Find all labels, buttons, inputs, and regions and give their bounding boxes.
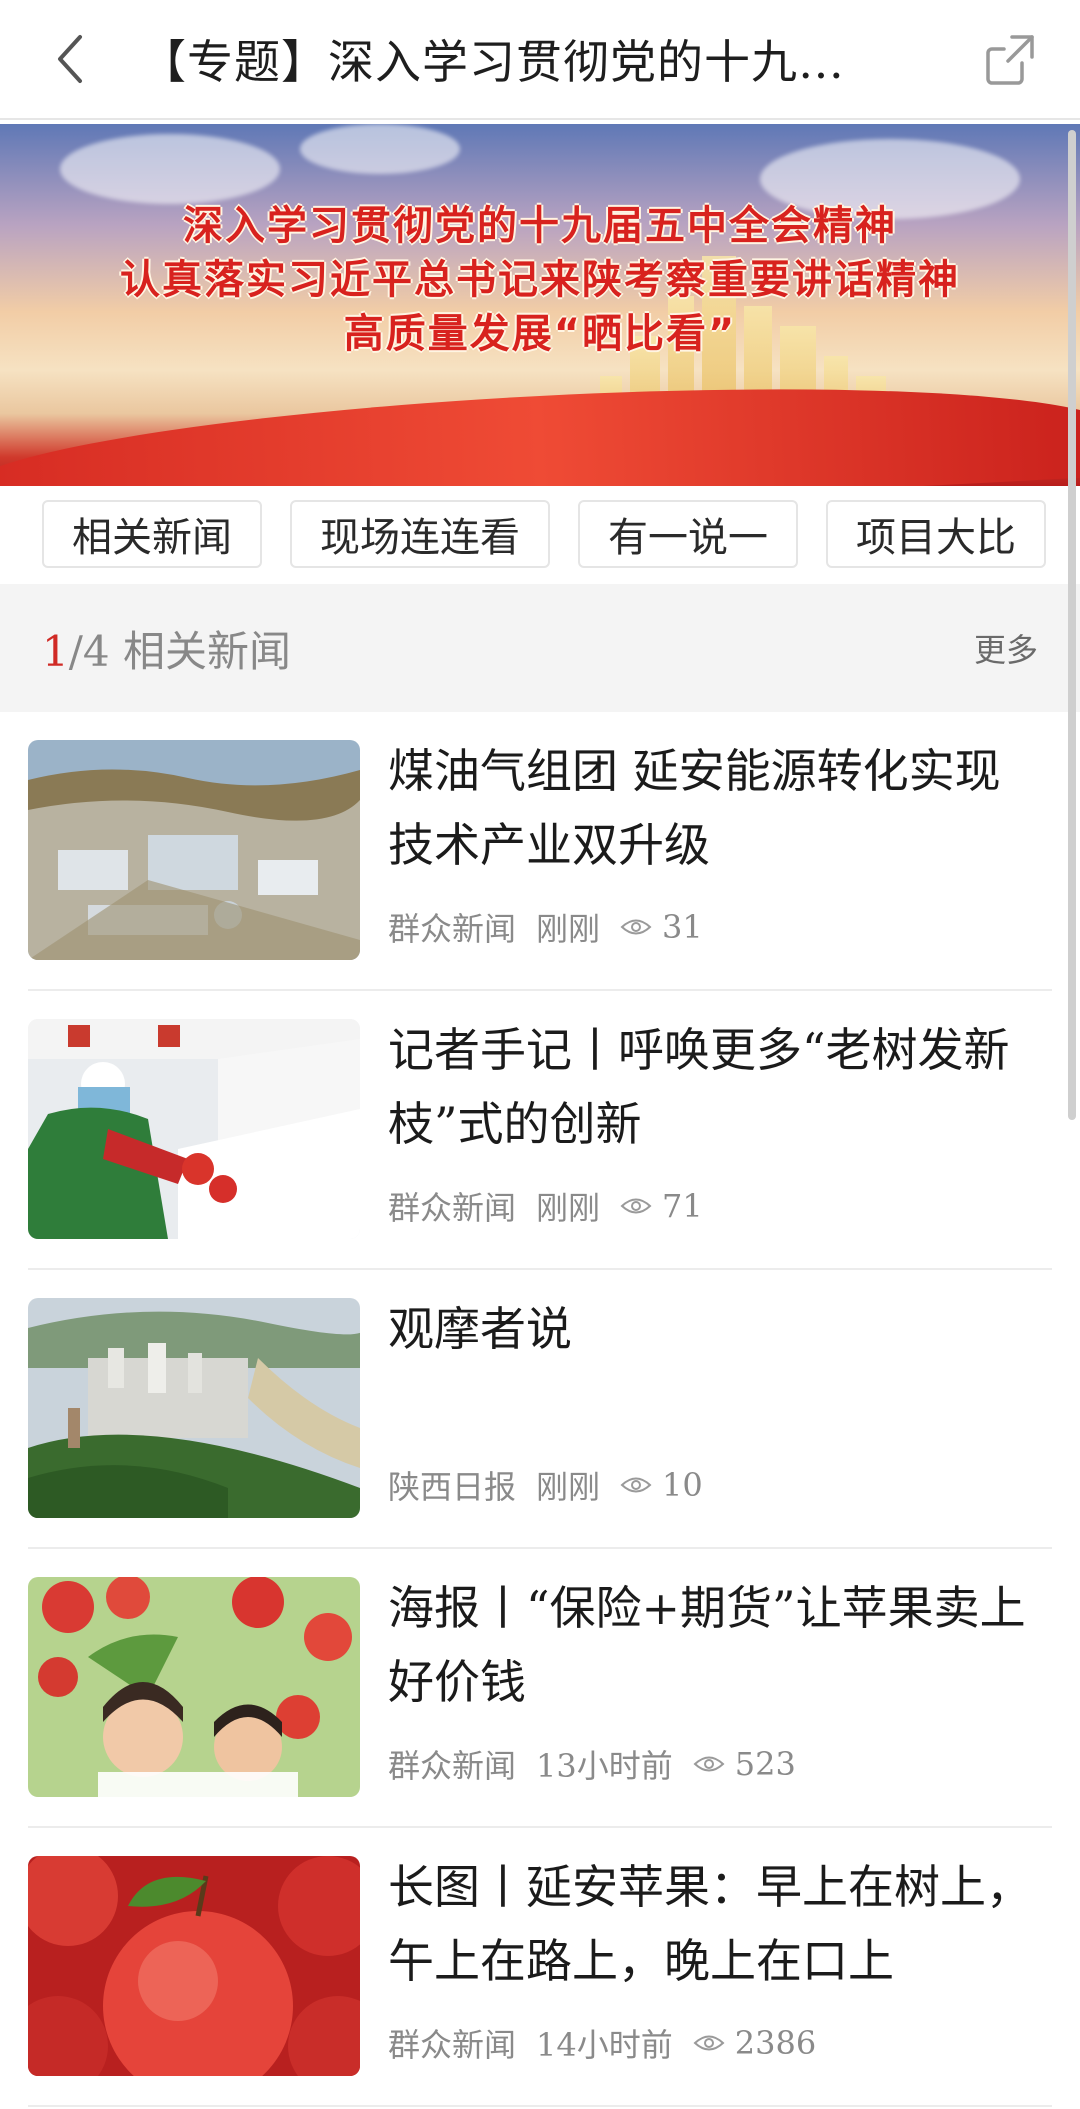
eye-icon <box>620 919 652 935</box>
list-item[interactable]: 记者手记丨呼唤更多“老树发新枝”式的创新 群众新闻 刚刚 71 <box>28 991 1052 1270</box>
article-source: 群众新闻 <box>388 910 517 948</box>
article-title: 观摩者说 <box>388 1302 572 1356</box>
view-count: 31 <box>662 908 703 946</box>
article-source: 群众新闻 <box>388 1747 517 1785</box>
section-page-index: 1 <box>42 626 69 676</box>
tab-project-contest[interactable]: 项目大比 <box>826 500 1046 568</box>
share-button[interactable] <box>940 0 1080 119</box>
more-link[interactable]: 更多 <box>974 625 1038 671</box>
eye-icon <box>693 1756 725 1772</box>
section-header: 1/4 相关新闻 更多 <box>0 584 1080 712</box>
article-meta: 群众新闻 刚刚 31 <box>388 904 703 950</box>
article-time: 刚刚 <box>536 910 601 948</box>
article-meta: 群众新闻 刚刚 71 <box>388 1183 703 1229</box>
article-title: 海报丨“保险+期货”让苹果卖上好价钱 <box>388 1581 1026 1709</box>
list-item[interactable]: 长图丨延安苹果：早上在树上，午上在路上，晚上在口上 群众新闻 14小时前 238… <box>28 1828 1052 2107</box>
chevron-left-icon <box>58 35 82 83</box>
article-source: 群众新闻 <box>388 1189 517 1227</box>
article-time: 14小时前 <box>536 2026 673 2064</box>
article-time: 13小时前 <box>536 1747 673 1785</box>
article-source: 陕西日报 <box>388 1468 517 1506</box>
page-title: 【专题】深入学习贯彻党的十九… <box>140 35 845 89</box>
banner-line-1: 深入学习贯彻党的十九届五中全会精神 <box>183 203 897 249</box>
article-views: 523 <box>693 1745 796 1783</box>
article-views: 31 <box>620 908 703 946</box>
top-bar: 【专题】深入学习贯彻党的十九… <box>0 0 1080 120</box>
list-item[interactable]: 海报丨“保险+期货”让苹果卖上好价钱 群众新闻 13小时前 523 <box>28 1549 1052 1828</box>
view-count: 71 <box>662 1187 703 1225</box>
eye-icon <box>693 2035 725 2051</box>
article-thumbnail <box>28 1856 360 2076</box>
scrollbar[interactable] <box>1068 130 1076 1120</box>
article-source: 群众新闻 <box>388 2026 517 2064</box>
article-time: 刚刚 <box>536 1468 601 1506</box>
article-thumbnail <box>28 1019 360 1239</box>
banner-line-2: 认真落实习近平总书记来陕考察重要讲话精神 <box>120 257 960 303</box>
article-title: 长图丨延安苹果：早上在树上，午上在路上，晚上在口上 <box>388 1860 1032 1988</box>
article-list: 煤油气组团 延安能源转化实现技术产业双升级 群众新闻 刚刚 31 记者手记丨呼唤… <box>0 712 1080 2107</box>
view-count: 2386 <box>734 2024 817 2062</box>
article-title: 煤油气组团 延安能源转化实现技术产业双升级 <box>388 744 1001 872</box>
list-item[interactable]: 观摩者说 陕西日报 刚刚 10 <box>28 1270 1052 1549</box>
tab-live-view[interactable]: 现场连连看 <box>290 500 550 568</box>
topic-banner[interactable]: 深入学习贯彻党的十九届五中全会精神 认真落实习近平总书记来陕考察重要讲话精神 高… <box>0 124 1080 486</box>
article-views: 10 <box>620 1466 703 1504</box>
red-flag-graphic <box>0 365 1080 486</box>
share-icon <box>986 35 1034 85</box>
list-item[interactable]: 煤油气组团 延安能源转化实现技术产业双升级 群众新闻 刚刚 31 <box>28 712 1052 991</box>
article-meta: 群众新闻 13小时前 523 <box>388 1741 796 1787</box>
article-meta: 陕西日报 刚刚 10 <box>388 1462 703 1508</box>
article-thumbnail <box>28 1298 360 1518</box>
back-button[interactable] <box>0 0 140 119</box>
article-thumbnail <box>28 1577 360 1797</box>
eye-icon <box>620 1477 652 1493</box>
category-tabs: 相关新闻 现场连连看 有一说一 项目大比 <box>0 486 1080 582</box>
section-page-total: /4 <box>68 626 110 676</box>
article-views: 2386 <box>693 2024 816 2062</box>
section-title: 1/4 相关新闻 <box>42 618 291 679</box>
tab-related-news[interactable]: 相关新闻 <box>42 500 262 568</box>
banner-headline: 深入学习贯彻党的十九届五中全会精神 认真落实习近平总书记来陕考察重要讲话精神 高… <box>0 199 1080 361</box>
tab-opinion[interactable]: 有一说一 <box>578 500 798 568</box>
article-title: 记者手记丨呼唤更多“老树发新枝”式的创新 <box>388 1023 1010 1151</box>
view-count: 10 <box>662 1466 703 1504</box>
banner-line-3: 高质量发展“晒比看” <box>343 311 737 357</box>
eye-icon <box>620 1198 652 1214</box>
view-count: 523 <box>734 1745 796 1783</box>
article-views: 71 <box>620 1187 703 1225</box>
article-meta: 群众新闻 14小时前 2386 <box>388 2020 816 2066</box>
article-thumbnail <box>28 740 360 960</box>
article-time: 刚刚 <box>536 1189 601 1227</box>
section-label: 相关新闻 <box>122 626 291 676</box>
